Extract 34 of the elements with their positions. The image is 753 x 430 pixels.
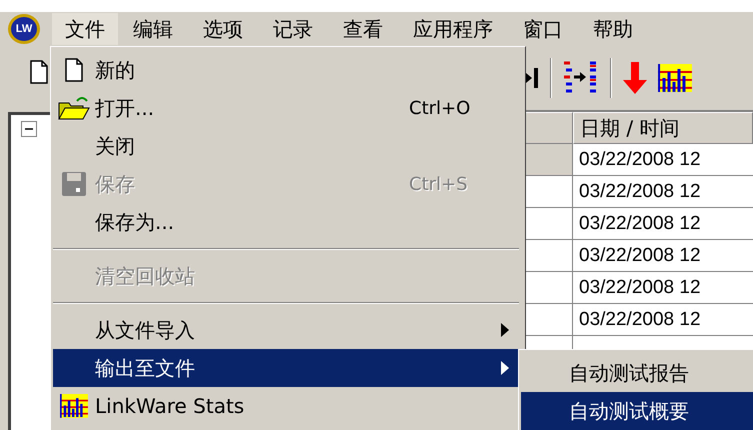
- menu-item[interactable]: 自动测试报告: [521, 354, 753, 392]
- date-cell: 03/22/2008 12: [573, 272, 753, 304]
- menu-title[interactable]: 应用程序: [398, 13, 508, 45]
- menu-title[interactable]: 选项: [188, 13, 258, 45]
- date-cell: 03/22/2008 12: [573, 240, 753, 272]
- date-cell: 03/22/2008 12: [573, 176, 753, 208]
- menu-item[interactable]: 保存为...: [53, 203, 519, 241]
- bar-chart-icon[interactable]: [658, 64, 692, 92]
- down-arrow-icon[interactable]: [622, 62, 648, 94]
- menu-item[interactable]: 关闭: [53, 127, 519, 165]
- menu-title[interactable]: 窗口: [508, 13, 578, 45]
- menu-title[interactable]: 查看: [328, 13, 398, 45]
- open-folder-icon: [57, 95, 91, 121]
- menu-title[interactable]: 记录: [258, 13, 328, 45]
- menu-title[interactable]: 编辑: [118, 13, 188, 45]
- menu-item[interactable]: 从文件导入: [53, 311, 519, 349]
- date-cell: 03/22/2008 12: [573, 144, 753, 176]
- submenu-arrow-icon: [501, 323, 509, 337]
- menu-item[interactable]: LinkWare Stats: [53, 387, 519, 425]
- submenu-arrow-icon: [501, 361, 509, 375]
- collapse-icon[interactable]: [21, 121, 37, 137]
- menu-title[interactable]: 帮助: [578, 13, 648, 45]
- bar-chart-icon: [60, 394, 88, 418]
- menu-item[interactable]: 新的: [53, 51, 519, 89]
- menu-item[interactable]: 自动测试概要: [521, 392, 753, 430]
- menu-item[interactable]: 输出至文件: [53, 349, 519, 387]
- menu-title[interactable]: 文件: [52, 13, 118, 45]
- app-logo[interactable]: LW: [8, 14, 40, 44]
- new-document-icon: [65, 58, 83, 82]
- date-cell: 03/22/2008 12: [573, 208, 753, 240]
- column-header[interactable]: 日期 / 时间: [573, 112, 753, 144]
- new-document-icon: [30, 60, 48, 84]
- menu-item[interactable]: 打开... Ctrl+O: [53, 89, 519, 127]
- date-cell: 03/22/2008 12: [573, 304, 753, 336]
